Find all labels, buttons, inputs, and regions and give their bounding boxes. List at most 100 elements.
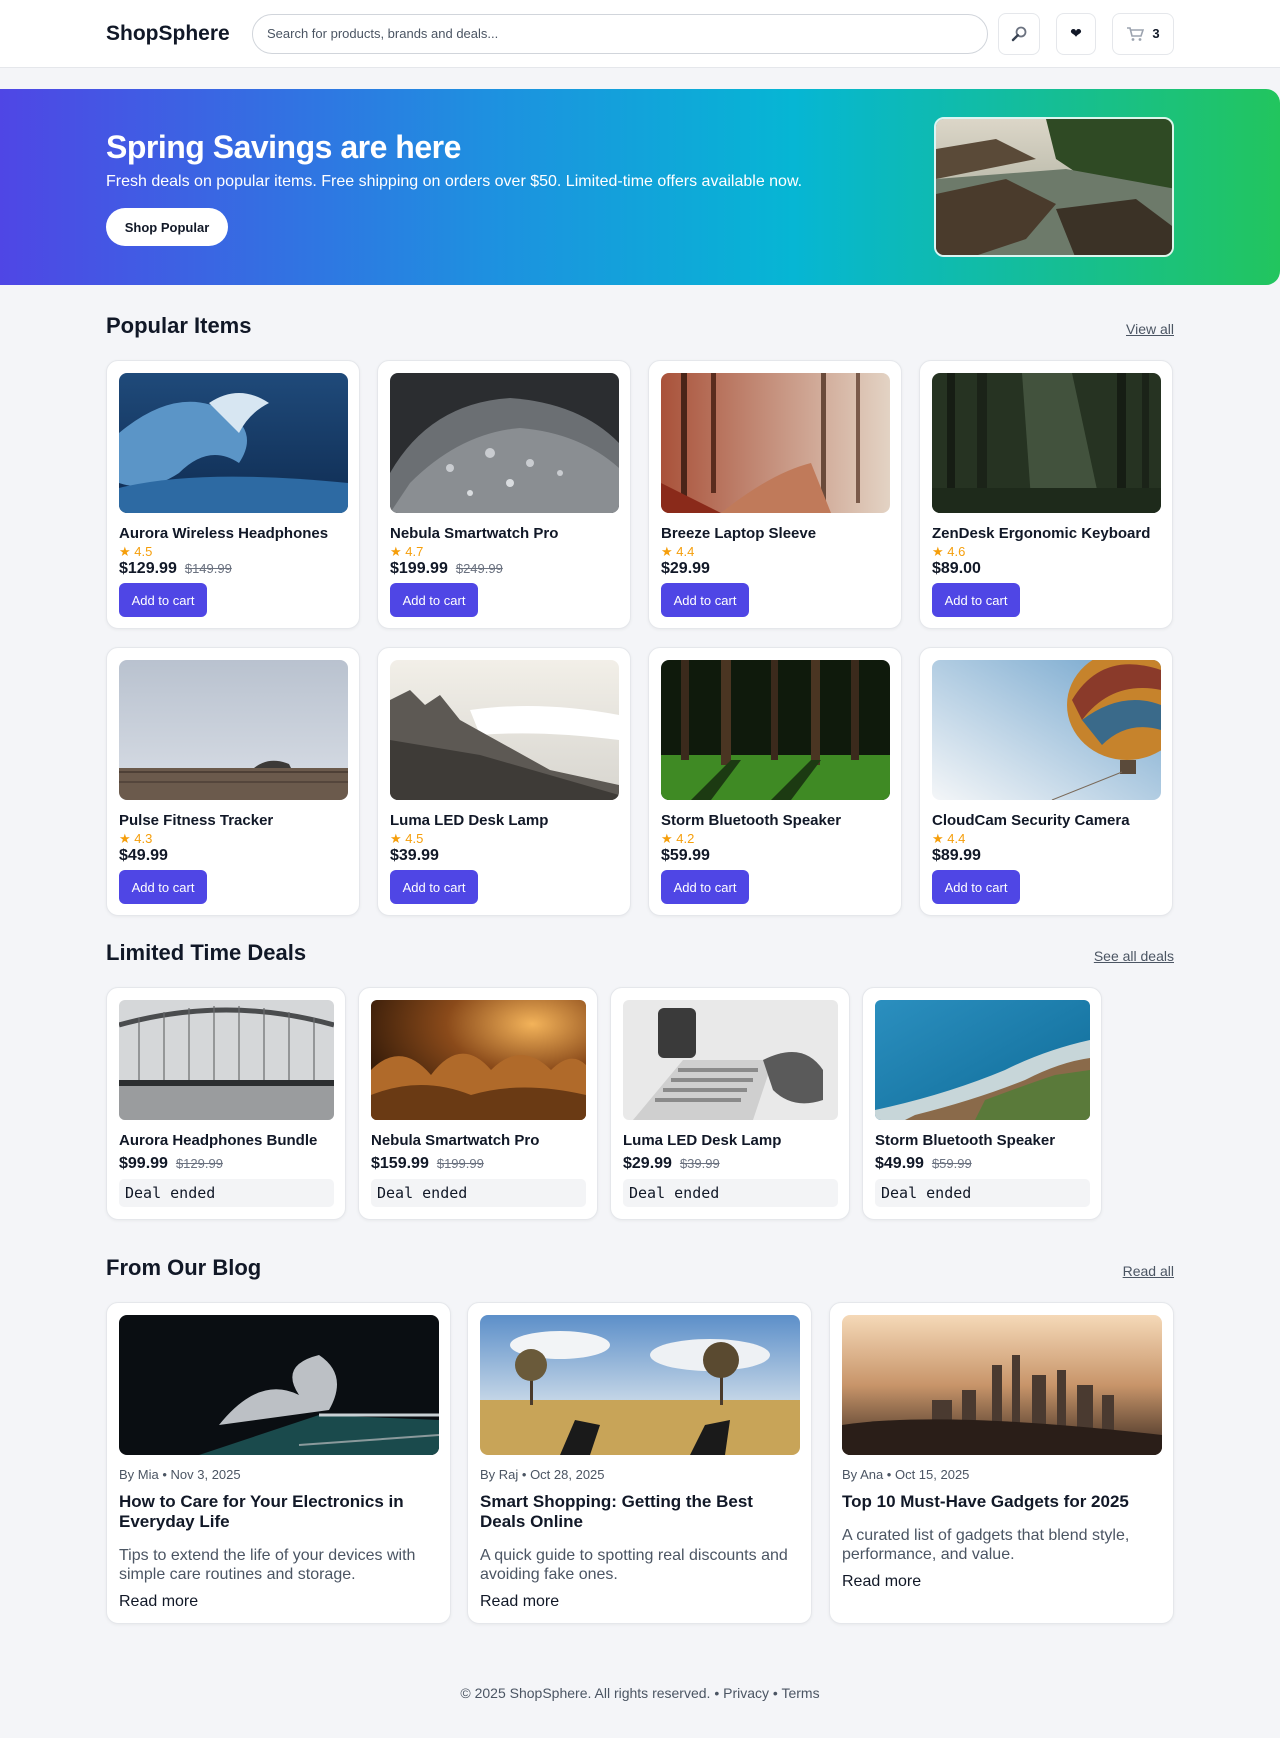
product-card[interactable]: ZenDesk Ergonomic Keyboard ★ 4.6 $89.00 … xyxy=(919,360,1173,629)
product-name: Pulse Fitness Tracker xyxy=(119,812,274,829)
deal-price: $159.99 $199.99 xyxy=(371,1155,484,1173)
logo[interactable]: ShopSphere xyxy=(106,22,246,46)
deal-card[interactable]: Nebula Smartwatch Pro $159.99 $199.99 Dea… xyxy=(358,987,598,1220)
see-all-deals-link[interactable]: See all deals xyxy=(1094,948,1174,964)
add-to-cart-button[interactable]: Add to cart xyxy=(390,870,478,904)
add-to-cart-button[interactable]: Add to cart xyxy=(661,583,749,617)
product-image[interactable] xyxy=(390,660,619,800)
blog-title[interactable]: Top 10 Must-Have Gadgets for 2025 xyxy=(842,1492,1152,1512)
deal-image[interactable] xyxy=(119,1000,334,1120)
add-to-cart-button[interactable]: Add to cart xyxy=(661,870,749,904)
product-image[interactable] xyxy=(661,660,890,800)
deal-card[interactable]: Luma LED Desk Lamp $29.99 $39.99 Deal end… xyxy=(610,987,850,1220)
search-icon xyxy=(1011,26,1027,41)
deal-status: Deal ended xyxy=(371,1179,586,1207)
price-current: $29.99 xyxy=(623,1155,672,1172)
product-card[interactable]: Aurora Wireless Headphones ★ 4.5 $129.99… xyxy=(106,360,360,629)
blog-card[interactable]: By Raj • Oct 28, 2025 Smart Shopping: Ge… xyxy=(467,1302,812,1624)
blog-card[interactable]: By Mia • Nov 3, 2025 How to Care for You… xyxy=(106,1302,451,1624)
shop-popular-button[interactable]: Shop Popular xyxy=(106,208,228,246)
price-current: $89.99 xyxy=(932,847,981,864)
privacy-link[interactable]: Privacy xyxy=(723,1685,769,1701)
price-current: $129.99 xyxy=(119,560,177,577)
product-card[interactable]: CloudCam Security Camera ★ 4.4 $89.99 Ad… xyxy=(919,647,1173,916)
add-to-cart-button[interactable]: Add to cart xyxy=(119,583,207,617)
view-all-link[interactable]: View all xyxy=(1126,321,1174,337)
price-current: $49.99 xyxy=(875,1155,924,1172)
deal-price: $99.99 $129.99 xyxy=(119,1155,223,1173)
product-name: Storm Bluetooth Speaker xyxy=(661,812,842,829)
product-image[interactable] xyxy=(390,373,619,513)
read-all-link[interactable]: Read all xyxy=(1123,1263,1174,1279)
blog-excerpt: A quick guide to spotting real discounts… xyxy=(480,1547,788,1583)
product-image[interactable] xyxy=(119,373,348,513)
popular-section-title: Popular Items xyxy=(106,313,252,338)
product-price: $39.99 xyxy=(390,847,439,865)
read-more-link[interactable]: Read more xyxy=(842,1573,921,1591)
product-rating: ★ 4.4 xyxy=(932,831,966,846)
terms-link[interactable]: Terms xyxy=(781,1685,819,1701)
price-old: $249.99 xyxy=(455,561,503,576)
deal-card[interactable]: Aurora Headphones Bundle $99.99 $129.99 D… xyxy=(106,987,346,1220)
cart-icon xyxy=(1127,26,1145,41)
search-button[interactable] xyxy=(998,12,1040,55)
deal-card[interactable]: Storm Bluetooth Speaker $49.99 $59.99 Dea… xyxy=(862,987,1102,1220)
deal-image[interactable] xyxy=(875,1000,1090,1120)
deal-status: Deal ended xyxy=(119,1179,334,1207)
price-current: $49.99 xyxy=(119,847,168,864)
blog-section-title: From Our Blog xyxy=(106,1255,262,1280)
deal-status: Deal ended xyxy=(623,1179,838,1207)
deal-image[interactable] xyxy=(623,1000,838,1120)
product-card[interactable]: Pulse Fitness Tracker ★ 4.3 $49.99 Add t… xyxy=(106,647,360,916)
top-header: ShopSphere ❤ 3 xyxy=(0,0,1280,68)
deal-price: $29.99 $39.99 xyxy=(623,1155,720,1173)
product-rating: ★ 4.6 xyxy=(932,544,966,559)
product-price: $49.99 xyxy=(119,847,168,865)
deal-name: Aurora Headphones Bundle xyxy=(119,1132,318,1149)
product-card[interactable]: Breeze Laptop Sleeve ★ 4.4 $29.99 Add to… xyxy=(648,360,902,629)
footer-copyright: © 2025 ShopSphere. All rights reserved. xyxy=(460,1685,711,1701)
price-old: $39.99 xyxy=(679,1156,720,1171)
deal-price: $49.99 $59.99 xyxy=(875,1155,972,1173)
product-image[interactable] xyxy=(932,660,1161,800)
deal-name: Luma LED Desk Lamp xyxy=(623,1132,782,1149)
product-name: Nebula Smartwatch Pro xyxy=(390,525,559,542)
add-to-cart-button[interactable]: Add to cart xyxy=(932,583,1020,617)
product-card[interactable]: Storm Bluetooth Speaker ★ 4.2 $59.99 Add… xyxy=(648,647,902,916)
search-input[interactable] xyxy=(252,13,988,54)
blog-card[interactable]: By Ana • Oct 15, 2025 Top 10 Must-Have G… xyxy=(829,1302,1174,1624)
footer-separator: • xyxy=(714,1685,720,1701)
read-more-link[interactable]: Read more xyxy=(480,1593,559,1611)
product-image[interactable] xyxy=(119,660,348,800)
blog-image[interactable] xyxy=(119,1315,439,1455)
price-old: $59.99 xyxy=(931,1156,972,1171)
blog-image[interactable] xyxy=(480,1315,800,1455)
deal-image[interactable] xyxy=(371,1000,586,1120)
price-old: $149.99 xyxy=(184,561,232,576)
read-more-link[interactable]: Read more xyxy=(119,1593,198,1611)
add-to-cart-button[interactable]: Add to cart xyxy=(119,870,207,904)
blog-image[interactable] xyxy=(842,1315,1162,1455)
product-name: Breeze Laptop Sleeve xyxy=(661,525,817,542)
add-to-cart-button[interactable]: Add to cart xyxy=(932,870,1020,904)
blog-meta: By Mia • Nov 3, 2025 xyxy=(119,1467,241,1482)
product-card[interactable]: Nebula Smartwatch Pro ★ 4.7 $199.99 $249.… xyxy=(377,360,631,629)
blog-title[interactable]: Smart Shopping: Getting the Best Deals O… xyxy=(480,1492,790,1532)
price-current: $199.99 xyxy=(390,560,448,577)
footer: © 2025 ShopSphere. All rights reserved. … xyxy=(0,1685,1280,1701)
blog-title[interactable]: How to Care for Your Electronics in Ever… xyxy=(119,1492,429,1532)
product-rating: ★ 4.5 xyxy=(390,831,424,846)
product-rating: ★ 4.3 xyxy=(119,831,153,846)
product-price: $129.99 $149.99 xyxy=(119,560,232,578)
add-to-cart-button[interactable]: Add to cart xyxy=(390,583,478,617)
blog-excerpt: Tips to extend the life of your devices … xyxy=(119,1547,416,1583)
cart-button[interactable]: 3 xyxy=(1112,12,1174,55)
hero-image xyxy=(934,117,1174,257)
product-image[interactable] xyxy=(661,373,890,513)
deals-section-title: Limited Time Deals xyxy=(106,940,307,965)
footer-separator: • xyxy=(772,1685,778,1701)
product-image[interactable] xyxy=(932,373,1161,513)
product-card[interactable]: Luma LED Desk Lamp ★ 4.5 $39.99 Add to c… xyxy=(377,647,631,916)
price-current: $159.99 xyxy=(371,1155,429,1172)
wishlist-button[interactable]: ❤ xyxy=(1056,12,1096,55)
